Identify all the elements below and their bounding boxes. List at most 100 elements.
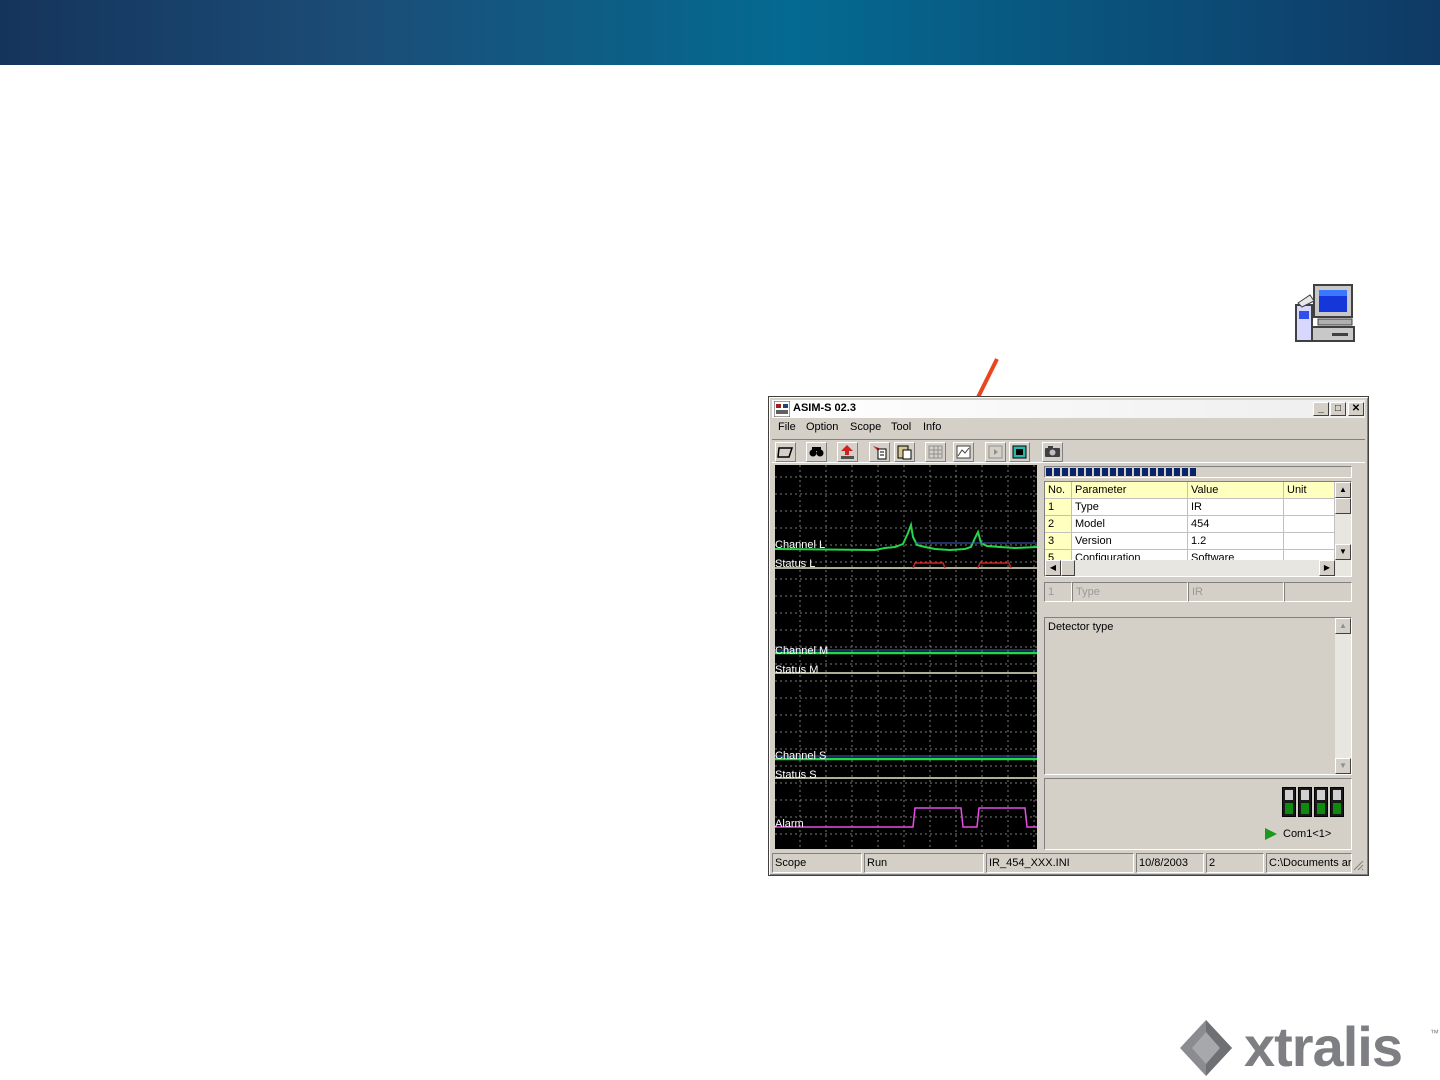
table-row-1-value[interactable]: IR [1188,499,1284,516]
logo-trademark: ™ [1430,1028,1439,1038]
menu-option[interactable]: Option [806,421,838,433]
description-box[interactable]: Detector type ▲ ▼ [1044,617,1352,775]
window-title: ASIM-S 02.3 [793,402,856,414]
scope-display: Channel L Status L Channel M Status M Ch… [775,465,1037,849]
column-header-unit[interactable]: Unit [1284,482,1335,499]
alarm-label: Alarm [775,818,804,830]
edit-value-field[interactable]: IR [1188,582,1284,602]
toolbar [772,439,1365,463]
resize-grip-icon[interactable] [1352,859,1364,871]
status-bar: Scope Run IR_454_XXX.INI 10/8/2003 2 C:\… [772,853,1366,873]
connection-panel: Com1<1> [1044,778,1352,850]
column-header-no[interactable]: No. [1045,482,1072,499]
edit-parameter-field[interactable]: Type [1072,582,1188,602]
play-icon [988,445,1003,459]
table-row-3-value[interactable]: 1.2 [1188,533,1284,550]
status-l-label: Status L [775,558,816,570]
parameter-grid: No. Parameter Value Unit 1 Type IR 2 Mod… [1044,481,1352,577]
led-3 [1314,787,1328,817]
status-state: Run [864,853,984,873]
table-row-2-parameter[interactable]: Model [1072,516,1188,533]
progress-fill [1046,468,1198,476]
find-button[interactable] [806,442,827,462]
grid-vertical-scrollbar[interactable]: ▲ ▼ [1335,482,1351,560]
play-arrow-icon [1265,828,1277,840]
edit-row: 1 Type IR [1044,582,1352,602]
paste-button[interactable] [894,442,915,462]
close-icon: ✕ [1351,403,1361,414]
chart-button[interactable] [953,442,974,462]
camera-button[interactable] [1042,442,1063,462]
stop-icon [1012,445,1027,459]
logo-wordmark: xtralis [1244,1015,1403,1078]
led-1 [1282,787,1296,817]
channel-m-label: Channel M [775,645,829,657]
progress-bar [1044,466,1352,478]
close-button[interactable]: ✕ [1348,402,1364,416]
status-count: 2 [1206,853,1264,873]
paste-icon [897,445,912,460]
com-port-label: Com1<1> [1283,828,1332,840]
menu-file[interactable]: File [778,421,796,433]
open-icon [777,447,794,458]
scroll-thumb[interactable] [1335,498,1351,514]
table-row-1-parameter[interactable]: Type [1072,499,1188,516]
xtralis-diamond-icon [1180,1020,1232,1076]
arrow-down-icon: ▼ [1339,761,1347,770]
title-bar: ASIM-S 02.3 _ □ ✕ [772,400,1365,418]
table-row-3-parameter[interactable]: Version [1072,533,1188,550]
upload-icon [841,445,854,459]
download-icon [873,446,887,460]
status-date: 10/8/2003 [1136,853,1204,873]
upload-button[interactable] [837,442,858,462]
description-scrollbar[interactable]: ▲ ▼ [1335,618,1351,774]
menu-info[interactable]: Info [923,421,941,433]
play-button[interactable] [985,442,1006,462]
minimize-button[interactable]: _ [1313,402,1329,416]
led-2 [1298,787,1312,817]
grid-button[interactable] [925,442,946,462]
description-scroll-down[interactable]: ▼ [1335,758,1351,774]
edit-no-field[interactable]: 1 [1044,582,1072,602]
status-file: IR_454_XXX.INI [986,853,1134,873]
arrow-up-icon: ▲ [1339,485,1347,494]
edit-unit-field[interactable] [1284,582,1352,602]
header-banner [0,0,1440,65]
scroll-down-button[interactable]: ▼ [1335,544,1351,560]
column-header-value[interactable]: Value [1188,482,1284,499]
computer-program-icon[interactable] [1292,283,1358,347]
column-header-parameter[interactable]: Parameter [1072,482,1188,499]
table-row-3-no[interactable]: 3 [1045,533,1072,550]
channel-l-label: Channel L [775,539,826,551]
menu-scope[interactable]: Scope [850,421,881,433]
table-row-3-unit[interactable] [1284,533,1335,550]
asim-window: ASIM-S 02.3 _ □ ✕ File Option Scope Tool… [768,396,1369,876]
scroll-left-button[interactable]: ◀ [1045,560,1061,576]
table-row-1-no[interactable]: 1 [1045,499,1072,516]
table-row-2-unit[interactable] [1284,516,1335,533]
maximize-button[interactable]: □ [1330,402,1346,416]
minimize-icon: _ [1318,403,1324,414]
maximize-icon: □ [1334,403,1342,414]
status-path: C:\Documents ar [1266,853,1352,873]
stop-button[interactable] [1009,442,1030,462]
arrow-up-icon: ▲ [1339,621,1347,630]
status-s-label: Status S [775,769,817,781]
status-leds [1282,787,1346,819]
table-row-2-no[interactable]: 2 [1045,516,1072,533]
description-text: Detector type [1048,621,1114,633]
download-button[interactable] [869,442,890,462]
scroll-up-button[interactable]: ▲ [1335,482,1351,498]
scroll-right-button[interactable]: ▶ [1319,560,1335,576]
grid-horizontal-scrollbar[interactable]: ◀ ▶ [1045,560,1351,576]
open-button[interactable] [775,442,796,462]
channel-s-label: Channel S [775,750,827,762]
table-row-2-value[interactable]: 454 [1188,516,1284,533]
grid-icon [928,445,943,459]
horizontal-scroll-thumb[interactable] [1061,560,1075,576]
app-icon[interactable] [774,401,790,417]
table-row-1-unit[interactable] [1284,499,1335,516]
menu-tool[interactable]: Tool [891,421,911,433]
description-scroll-up[interactable]: ▲ [1335,618,1351,634]
arrow-right-icon: ▶ [1323,563,1331,572]
